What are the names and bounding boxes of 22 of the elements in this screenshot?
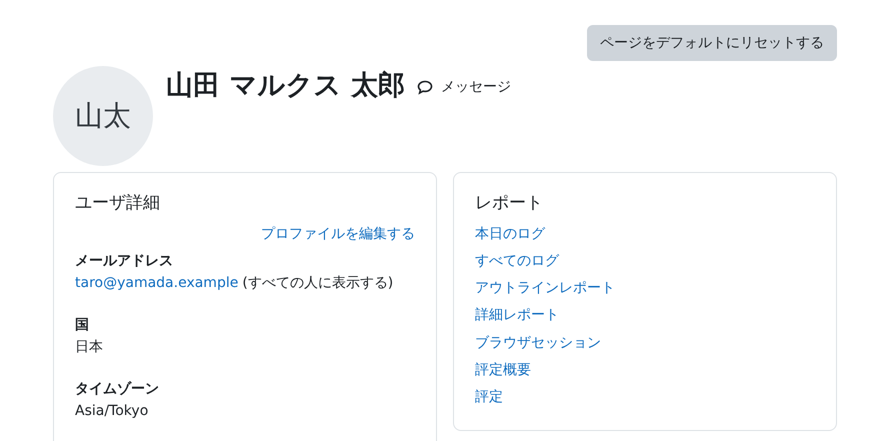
message-link[interactable]: メッセージ bbox=[416, 76, 511, 98]
field-label: 国 bbox=[75, 316, 90, 334]
report-link[interactable]: ブラウザセッション bbox=[475, 330, 601, 357]
speech-bubble-icon bbox=[416, 80, 433, 94]
reset-page-button[interactable]: ページをデフォルトにリセットする bbox=[587, 25, 837, 61]
field-value: Asia/Tokyo bbox=[75, 402, 148, 420]
visibility-note: (すべての人に表示する) bbox=[242, 274, 394, 292]
report-link[interactable]: すべてのログ bbox=[475, 248, 559, 276]
field-label: タイムゾーン bbox=[75, 380, 160, 398]
field-label: メールアドレス bbox=[75, 252, 174, 270]
field-value: 日本 bbox=[75, 338, 103, 356]
report-link[interactable]: 評定概要 bbox=[475, 356, 531, 384]
user-name: 山田 マルクス 太郎 bbox=[166, 68, 405, 103]
card-title: ユーザ詳細 bbox=[75, 192, 161, 215]
report-link[interactable]: 詳細レポート bbox=[475, 302, 559, 330]
avatar-initials: 山太 bbox=[53, 66, 153, 166]
report-link[interactable]: 本日のログ bbox=[475, 220, 545, 248]
email-link[interactable]: taro@yamada.example bbox=[75, 272, 238, 294]
card-title: レポート bbox=[475, 192, 544, 215]
report-link[interactable]: アウトラインレポート bbox=[475, 275, 615, 302]
report-link[interactable]: 評定 bbox=[475, 384, 503, 412]
edit-profile-link[interactable]: プロファイルを編集する bbox=[261, 224, 415, 244]
